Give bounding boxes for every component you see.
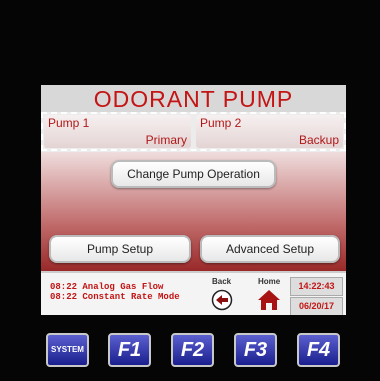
back-arrow-icon[interactable]: [211, 289, 233, 311]
advanced-setup-button[interactable]: Advanced Setup: [200, 235, 340, 263]
change-pump-operation-button[interactable]: Change Pump Operation: [111, 160, 276, 188]
f2-key[interactable]: F2: [171, 333, 214, 367]
clock-time: 14:22:43: [290, 277, 343, 296]
log-line: 08:22 Constant Rate Mode: [50, 292, 180, 302]
pump-1-name: Pump 1: [48, 116, 90, 130]
pump-1-tile[interactable]: Pump 1 Primary: [44, 115, 191, 148]
f4-key[interactable]: F4: [297, 333, 340, 367]
home-label: Home: [258, 277, 281, 286]
log-line: 08:22 Analog Gas Flow: [50, 282, 164, 292]
page-title: ODORANT PUMP: [93, 86, 294, 112]
pump-2-name: Pump 2: [200, 116, 242, 130]
alarm-log: 08:22 Analog Gas Flow 08:22 Constant Rat…: [50, 282, 180, 302]
home-icon[interactable]: [257, 288, 281, 312]
system-key[interactable]: SYSTEM: [46, 333, 89, 367]
function-key-row: SYSTEM F1 F2 F3 F4: [46, 333, 346, 367]
pump-1-role: Primary: [145, 133, 187, 147]
status-bar: 08:22 Analog Gas Flow 08:22 Constant Rat…: [41, 271, 346, 315]
pump-selector: Pump 1 Primary Pump 2 Backup: [41, 112, 346, 152]
pump-setup-button[interactable]: Pump Setup: [49, 235, 191, 263]
clock-date: 06/20/17: [290, 297, 343, 315]
pump-2-tile[interactable]: Pump 2 Backup: [196, 115, 343, 148]
f1-key[interactable]: F1: [108, 333, 151, 367]
f3-key[interactable]: F3: [234, 333, 277, 367]
hmi-screen: ODORANT PUMP Pump 1 Primary Pump 2 Backu…: [41, 85, 346, 315]
pump-2-role: Backup: [298, 133, 339, 147]
back-label: Back: [212, 277, 232, 286]
title-bar: ODORANT PUMP: [41, 85, 346, 112]
